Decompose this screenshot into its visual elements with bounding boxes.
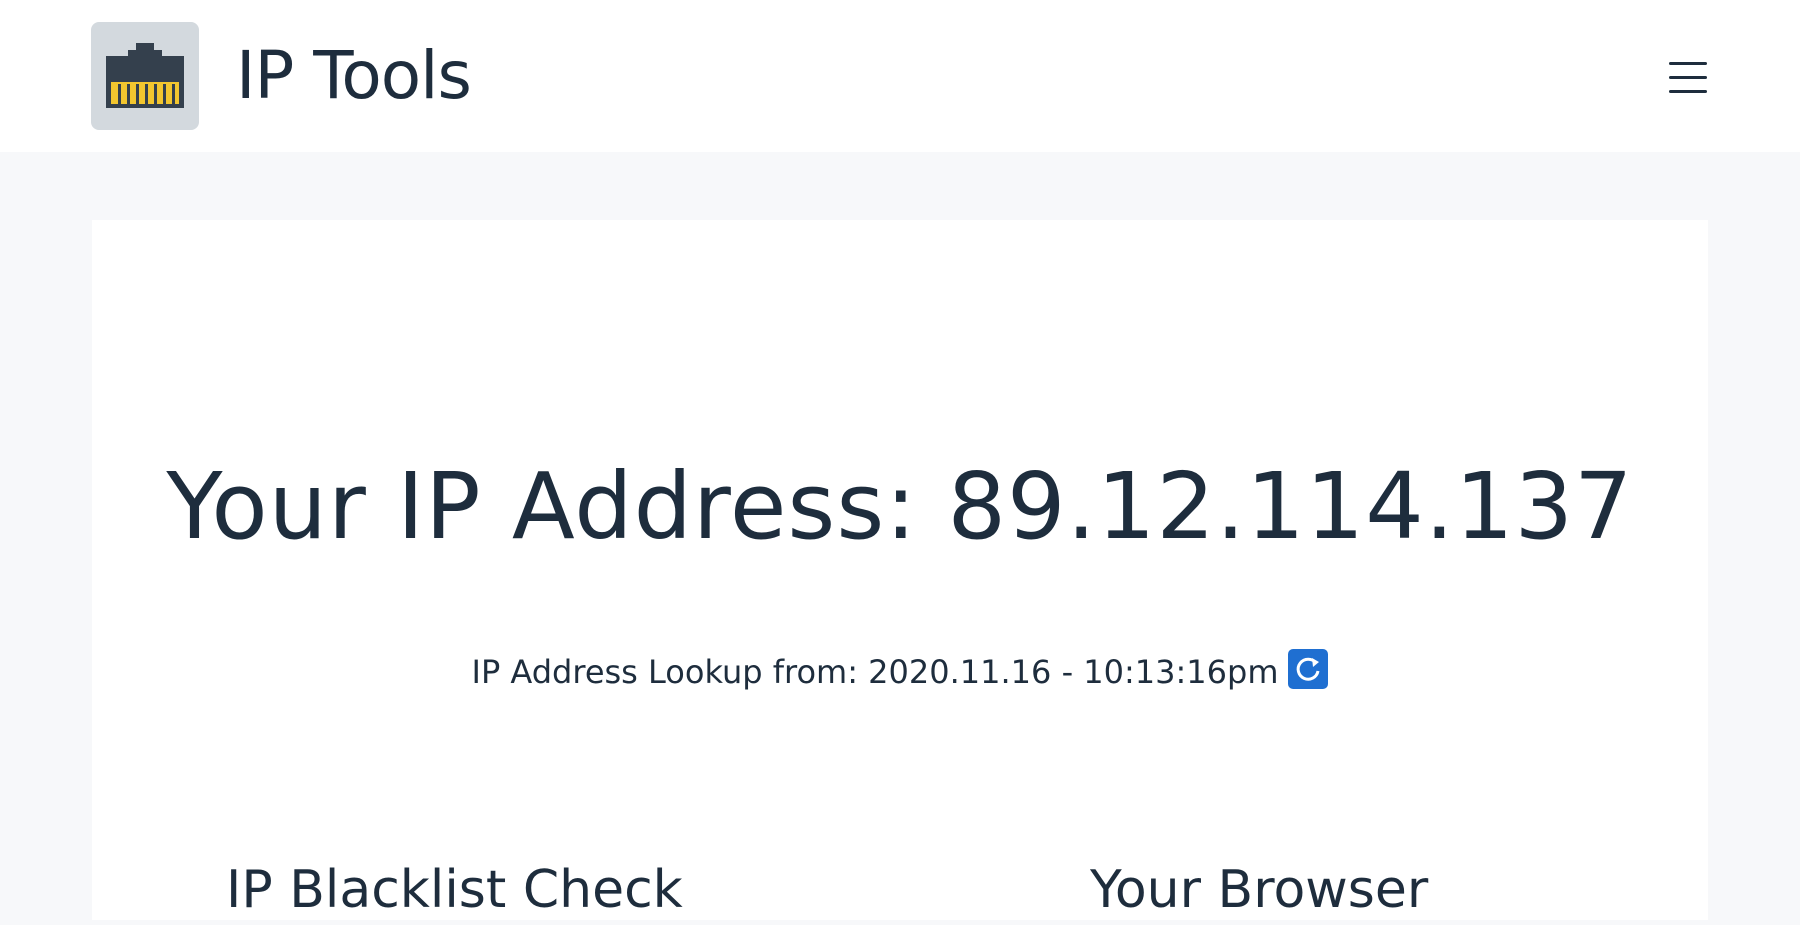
site-title[interactable]: IP Tools [236, 36, 472, 116]
hamburger-menu-icon[interactable] [1664, 54, 1712, 102]
ethernet-port-icon[interactable] [91, 22, 199, 130]
top-header: IP Tools [0, 0, 1800, 152]
ip-address-heading: Your IP Address: 89.12.114.137 [166, 453, 1634, 560]
refresh-icon[interactable] [1288, 649, 1329, 689]
lookup-timestamp: IP Address Lookup from: 2020.11.16 - 10:… [92, 649, 1708, 693]
section-title-browser: Your Browser [1090, 860, 1429, 920]
section-title-blacklist: IP Blacklist Check [226, 860, 683, 920]
lookup-text: IP Address Lookup from: 2020.11.16 - 10:… [471, 653, 1279, 691]
ip-info-card: Your IP Address: 89.12.114.137 IP Addres… [92, 220, 1708, 920]
